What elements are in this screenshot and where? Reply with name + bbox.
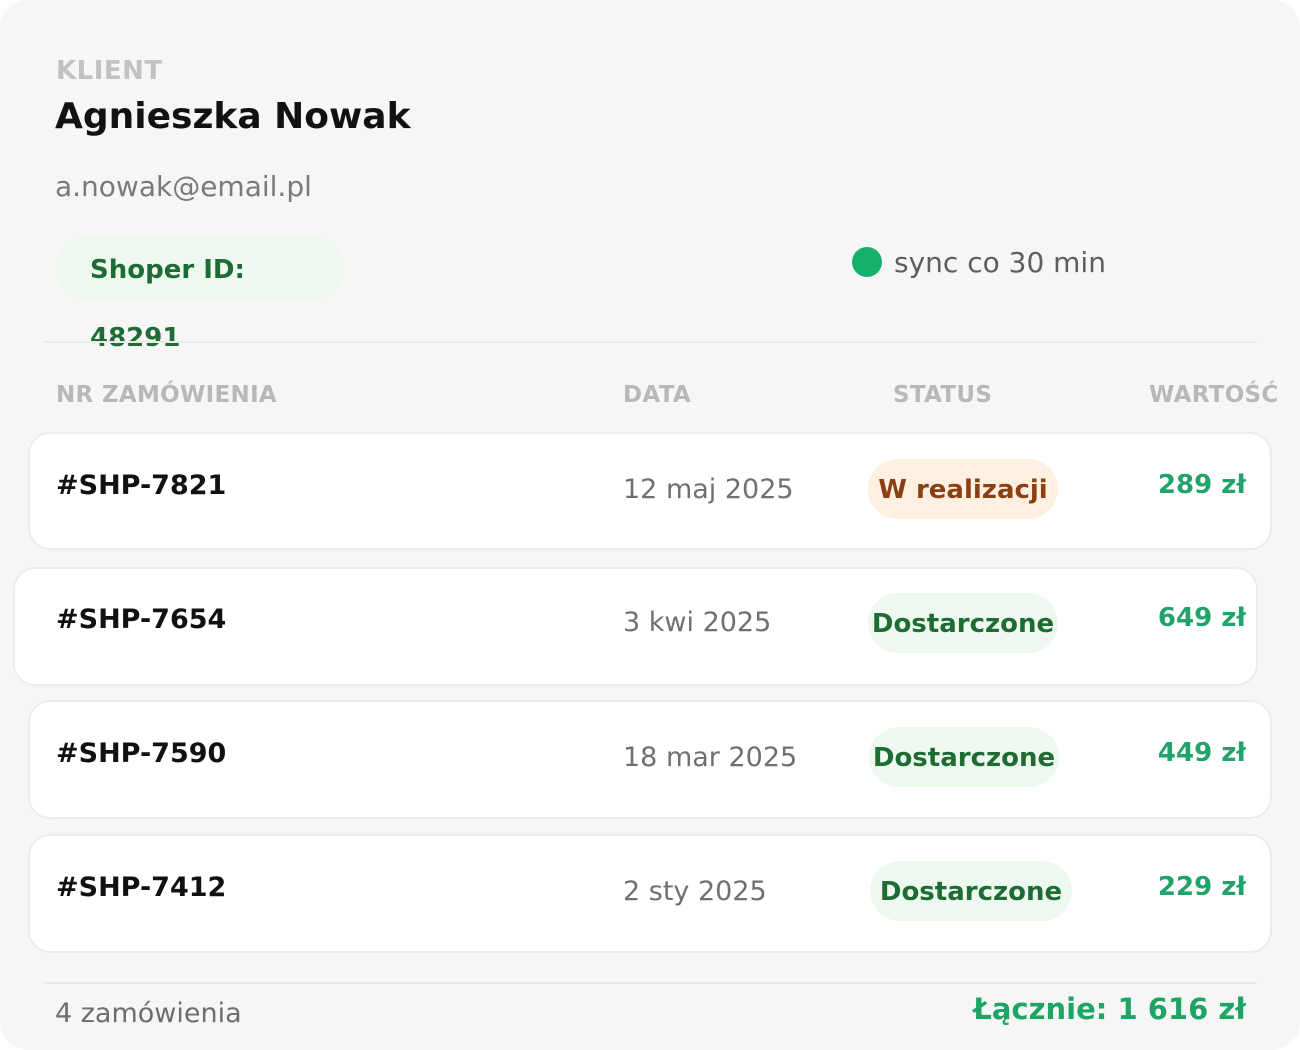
order-value: 649 zł (1157, 603, 1246, 633)
order-number: #SHP-7821 (56, 470, 227, 501)
order-value: 289 zł (1157, 470, 1246, 500)
client-section-label: KLIENT (56, 56, 163, 86)
orders-total: Łącznie: 1 616 zł (973, 992, 1246, 1026)
status-badge: Dostarczone (868, 593, 1058, 653)
header-divider (43, 341, 1257, 343)
order-date: 18 mar 2025 (623, 742, 798, 773)
status-badge: W realizacji (868, 459, 1058, 519)
order-number: #SHP-7654 (56, 604, 227, 635)
order-number: #SHP-7590 (56, 738, 227, 769)
order-date: 2 sty 2025 (623, 876, 767, 907)
status-badge: Dostarczone (869, 727, 1059, 787)
column-header-value: WARTOŚĆ (1149, 382, 1279, 408)
client-name: Agnieszka Nowak (55, 96, 411, 137)
order-row[interactable]: #SHP-7590 18 mar 2025 Dostarczone 449 zł (28, 700, 1272, 819)
status-badge: Dostarczone (870, 861, 1072, 921)
shoper-id-badge: Shoper ID: 48291 (56, 236, 344, 353)
client-orders-card: KLIENT Agnieszka Nowak a.nowak@email.pl … (0, 0, 1300, 1050)
sync-status: sync co 30 min (852, 240, 1106, 284)
order-row[interactable]: #SHP-7412 2 sty 2025 Dostarczone 229 zł (28, 834, 1272, 953)
column-header-date: DATA (623, 382, 692, 408)
column-header-order-no: NR ZAMÓWIENIA (56, 382, 278, 408)
sync-status-text: sync co 30 min (894, 245, 1106, 279)
order-number: #SHP-7412 (56, 872, 227, 903)
order-date: 3 kwi 2025 (623, 607, 772, 638)
order-count: 4 zamówienia (55, 998, 242, 1029)
footer-divider (43, 982, 1257, 984)
order-row[interactable]: #SHP-7654 3 kwi 2025 Dostarczone 649 zł (13, 567, 1258, 686)
order-date: 12 maj 2025 (623, 474, 794, 505)
sync-status-dot-icon (852, 247, 882, 277)
client-email: a.nowak@email.pl (55, 170, 312, 203)
order-value: 229 zł (1157, 872, 1246, 902)
column-header-status: STATUS (893, 382, 993, 408)
order-value: 449 zł (1157, 738, 1246, 768)
order-row[interactable]: #SHP-7821 12 maj 2025 W realizacji 289 z… (28, 432, 1272, 550)
